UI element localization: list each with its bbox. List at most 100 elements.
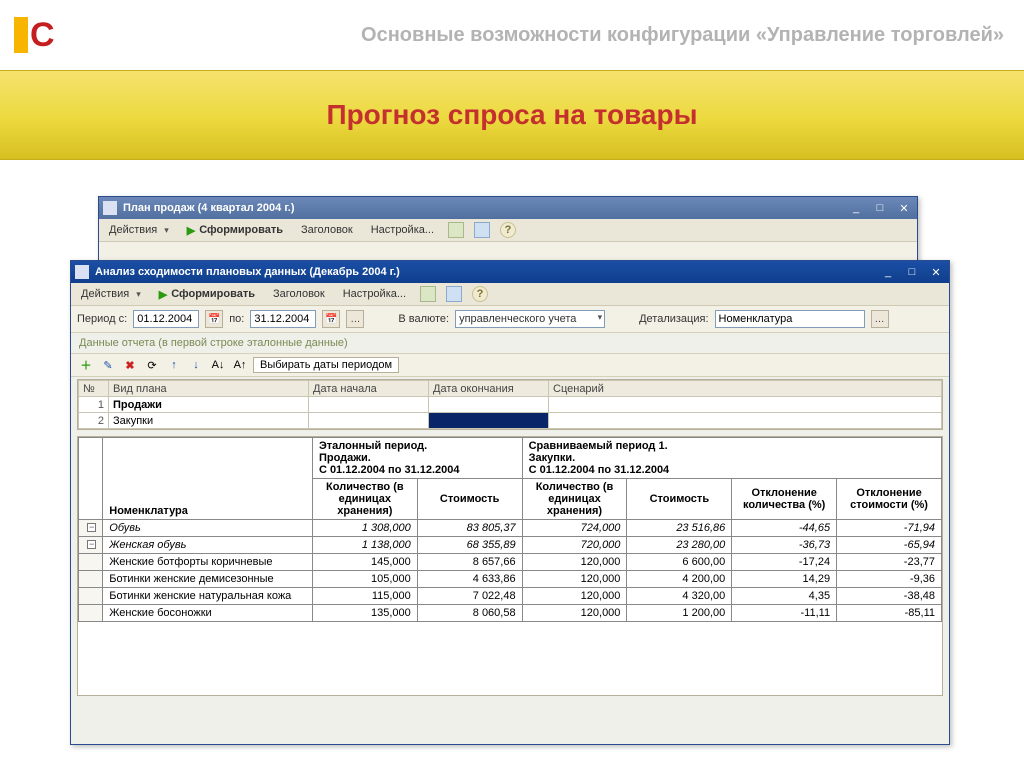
currency-select[interactable]: управленческого учета [455,310,605,328]
generate-button[interactable]: ▶Сформировать [155,287,259,302]
cell-c2: 23 516,86 [627,520,732,537]
toolbar-bg: Действия ▶Сформировать Заголовок Настрой… [99,219,917,242]
calendar-icon[interactable]: 📅 [205,310,223,328]
cell-dc: -71,94 [837,520,942,537]
cost-header-1: Стоимость [417,479,522,520]
play-icon: ▶ [159,288,167,301]
titlebar-fg[interactable]: Анализ сходимости плановых данных (Декаб… [71,261,949,283]
settings-button[interactable]: Настройка... [339,287,410,301]
cell-q1: 145,000 [312,554,417,571]
cell-dc: -9,36 [837,571,942,588]
report-table: Номенклатура Эталонный период. Продажи. … [78,437,942,622]
close-button[interactable]: ✕ [927,264,945,280]
close-button[interactable]: ✕ [895,200,913,216]
move-down-icon[interactable]: ↓ [187,356,205,374]
cell-q2: 120,000 [522,588,627,605]
tree-cell[interactable]: − [79,537,103,554]
detail-picker-button[interactable]: … [871,310,889,328]
tree-cell[interactable] [79,605,103,622]
item-name: Женские ботфорты коричневые [103,554,313,571]
cell-dq: 4,35 [732,588,837,605]
report-row[interactable]: Женские босоножки135,0008 060,58120,0001… [79,605,942,622]
item-name: Ботинки женские натуральная кожа [103,588,313,605]
window-icon [103,201,117,215]
cell-q2: 120,000 [522,554,627,571]
tool-icon-2[interactable] [474,222,490,238]
cell-dc: -85,11 [837,605,942,622]
add-row-icon[interactable]: ＋ [77,356,95,374]
plans-grid[interactable]: № Вид плана Дата начала Дата окончания С… [77,379,943,430]
grid-row[interactable]: 1 Продажи [79,397,942,413]
cell-c1: 83 805,37 [417,520,522,537]
period-from-input[interactable] [133,310,199,328]
col-type: Вид плана [109,381,309,397]
tree-column [79,438,103,520]
col-end: Дата окончания [429,381,549,397]
help-icon[interactable]: ? [472,286,488,302]
maximize-button[interactable]: □ [903,264,921,280]
actions-label: Действия [109,224,157,236]
window-analysis: Анализ сходимости плановых данных (Декаб… [70,260,950,745]
tree-cell[interactable]: − [79,520,103,537]
col-n: № [79,381,109,397]
settings-button[interactable]: Настройка... [367,223,438,237]
actions-menu[interactable]: Действия [77,287,145,301]
titlebar-bg[interactable]: План продаж (4 квартал 2004 г.) _ □ ✕ [99,197,917,219]
report-row[interactable]: −Женская обувь1 138,00068 355,89720,0002… [79,537,942,554]
selected-cell[interactable] [429,413,549,429]
window-icon [75,265,89,279]
mini-toolbar: ＋ ✎ ✖ ⟳ ↑ ↓ A↓ A↑ Выбирать даты периодом [71,353,949,377]
period-to-input[interactable] [250,310,316,328]
tool-icon-1[interactable] [448,222,464,238]
report-row[interactable]: Ботинки женские демисезонные105,0004 633… [79,571,942,588]
slide-header: C Основные возможности конфигурации «Упр… [0,0,1024,70]
grid-row[interactable]: 2 Закупки [79,413,942,429]
report-row[interactable]: −Обувь1 308,00083 805,37724,00023 516,86… [79,520,942,537]
tool-icon-1[interactable] [420,286,436,302]
report-area[interactable]: Номенклатура Эталонный период. Продажи. … [77,436,943,696]
minimize-button[interactable]: _ [879,264,897,280]
cost-header-2: Стоимость [627,479,732,520]
help-icon[interactable]: ? [500,222,516,238]
tree-cell[interactable] [79,588,103,605]
item-name: Женские босоножки [103,605,313,622]
header-button[interactable]: Заголовок [269,287,329,301]
cell-c2: 4 200,00 [627,571,732,588]
generate-button[interactable]: ▶Сформировать [183,223,287,238]
tool-icon-2[interactable] [446,286,462,302]
refresh-icon[interactable]: ⟳ [143,356,161,374]
slide-title: Прогноз спроса на товары [326,99,697,131]
edit-row-icon[interactable]: ✎ [99,356,117,374]
window-title-bg: План продаж (4 квартал 2004 г.) [123,202,841,214]
report-row[interactable]: Ботинки женские натуральная кожа115,0007… [79,588,942,605]
delete-row-icon[interactable]: ✖ [121,356,139,374]
cmp-period-header: Сравниваемый период 1. Закупки. С 01.12.… [522,438,941,479]
canvas: План продаж (4 квартал 2004 г.) _ □ ✕ Де… [0,160,1024,768]
pick-dates-button[interactable]: Выбирать даты периодом [253,357,399,373]
section-hint: Данные отчета (в первой строке эталонные… [71,333,949,353]
collapse-icon[interactable]: − [87,523,96,532]
calendar-icon[interactable]: 📅 [322,310,340,328]
header-button[interactable]: Заголовок [297,223,357,237]
col-start: Дата начала [309,381,429,397]
maximize-button[interactable]: □ [871,200,889,216]
sort-desc-icon[interactable]: A↑ [231,356,249,374]
period-from-label: Период с: [77,313,127,325]
report-row[interactable]: Женские ботфорты коричневые145,0008 657,… [79,554,942,571]
sort-asc-icon[interactable]: A↓ [209,356,227,374]
logo-1c: C [14,16,55,55]
move-up-icon[interactable]: ↑ [165,356,183,374]
dev-cost-header: Отклонение стоимости (%) [837,479,942,520]
actions-menu[interactable]: Действия [105,223,173,237]
collapse-icon[interactable]: − [87,540,96,549]
tree-cell[interactable] [79,554,103,571]
ref-period-header: Эталонный период. Продажи. С 01.12.2004 … [312,438,522,479]
minimize-button[interactable]: _ [847,200,865,216]
detail-input[interactable] [715,310,865,328]
cell-dq: -11,11 [732,605,837,622]
tree-cell[interactable] [79,571,103,588]
filterbar-fg: Период с: 📅 по: 📅 … В валюте: управленче… [71,306,949,333]
cell-q1: 105,000 [312,571,417,588]
cell-dq: -17,24 [732,554,837,571]
period-picker-button[interactable]: … [346,310,364,328]
